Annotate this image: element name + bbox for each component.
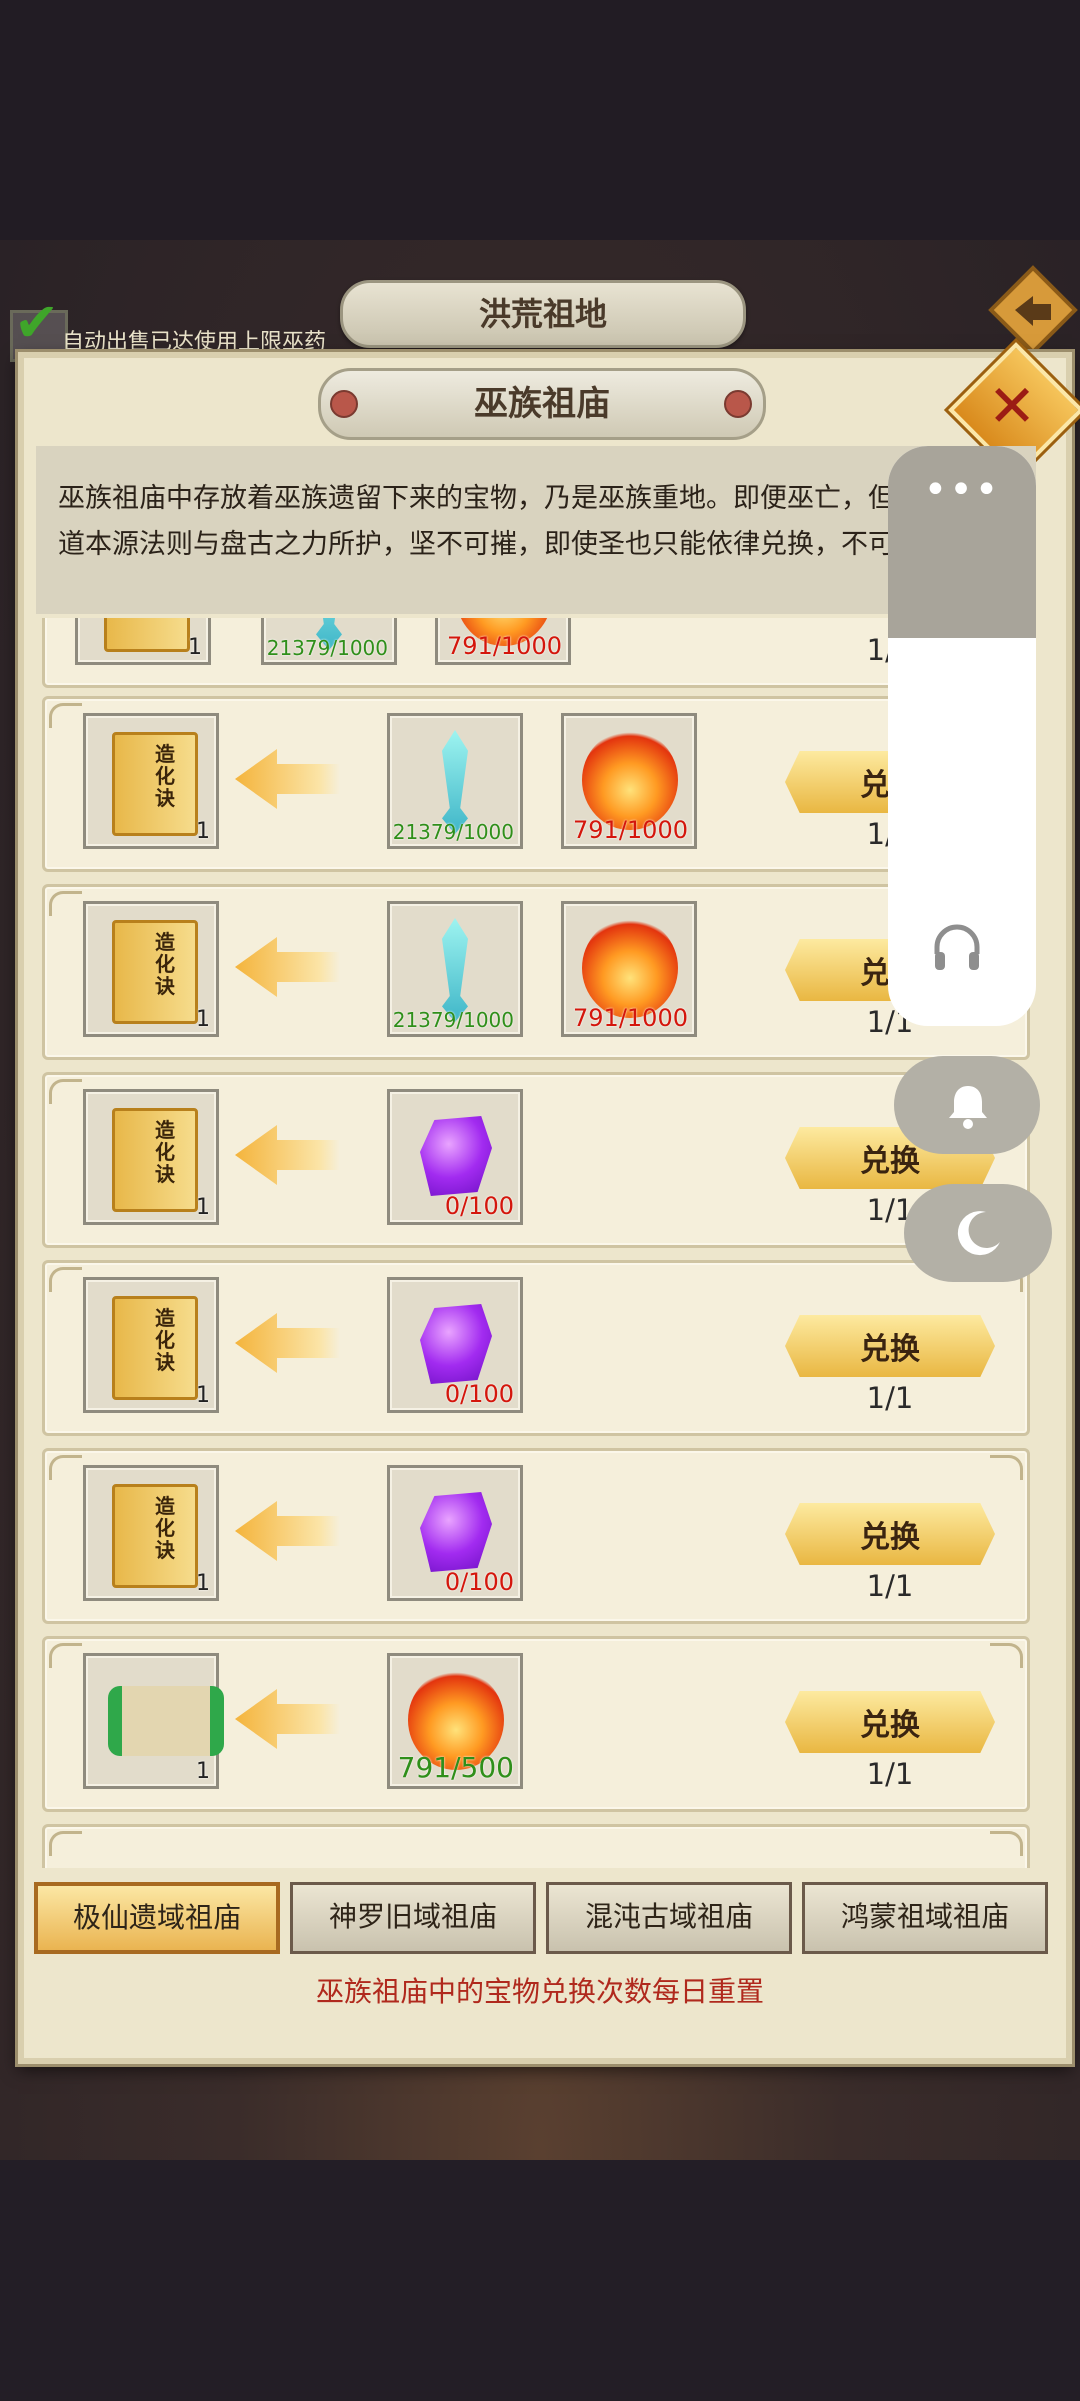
checkmark-icon: ✔ bbox=[14, 291, 60, 354]
cost-count: 791/1000 bbox=[573, 816, 688, 844]
cost-slot[interactable]: 791/1000 bbox=[561, 901, 697, 1037]
back-panel-title: 洪荒祖地 bbox=[340, 280, 746, 348]
back-arrow-icon[interactable] bbox=[985, 262, 1080, 358]
cost-count: 791/1000 bbox=[573, 1004, 688, 1032]
cost-count: 0/100 bbox=[444, 1380, 514, 1408]
tab-shenluo[interactable]: 神罗旧域祖庙 bbox=[290, 1882, 536, 1954]
reward-count: 1 bbox=[196, 1571, 210, 1596]
list-item: 造化诀1 21379/1000 791/1000 兑换 1/1 bbox=[42, 884, 1030, 1060]
reward-slot[interactable]: 造化诀 1 bbox=[83, 1277, 219, 1413]
cost-count: 21379/1000 bbox=[392, 1008, 514, 1032]
cost-slot[interactable]: 21379/1000 bbox=[387, 713, 523, 849]
cost-slot[interactable]: 791/1000 bbox=[561, 713, 697, 849]
list-item: 造化诀 1 0/100 兑换 1/1 bbox=[42, 1260, 1030, 1436]
list-item: 造化诀1 21379/1000 791/1000 兑换 1/1 bbox=[42, 696, 1030, 872]
close-icon[interactable]: ✕ bbox=[968, 362, 1056, 450]
list-item: 造化诀 1 0/100 兑换 1/1 bbox=[42, 1448, 1030, 1624]
exchange-button[interactable]: 兑换 bbox=[785, 1503, 995, 1565]
headphone-icon[interactable] bbox=[930, 920, 984, 974]
cost-count: 791/500 bbox=[397, 1751, 514, 1784]
exchange-arrow-icon bbox=[235, 1125, 340, 1185]
top-background bbox=[0, 0, 1080, 240]
cost-count: 0/100 bbox=[444, 1192, 514, 1220]
night-mode-button[interactable] bbox=[904, 1184, 1052, 1282]
reward-slot[interactable]: 造化诀 1 bbox=[83, 713, 219, 849]
tab-jixian[interactable]: 极仙遗域祖庙 bbox=[34, 1882, 280, 1954]
sword-icon bbox=[442, 918, 468, 1022]
back-panel-title-text: 洪荒祖地 bbox=[478, 295, 607, 333]
reward-count: 1 bbox=[196, 1007, 210, 1032]
exchange-arrow-icon bbox=[235, 1501, 340, 1561]
cost-slot[interactable]: 0/100 bbox=[387, 1277, 523, 1413]
bottom-background bbox=[0, 2160, 1080, 2401]
cost-slot[interactable]: 791/500 bbox=[387, 1653, 523, 1789]
book-icon: 造化诀 bbox=[112, 1484, 198, 1588]
tab-hundun[interactable]: 混沌古域祖庙 bbox=[546, 1882, 792, 1954]
reward-count: 1 bbox=[196, 1383, 210, 1408]
moon-icon bbox=[957, 1211, 1000, 1256]
cost-slot[interactable]: 0/100 bbox=[387, 1465, 523, 1601]
exchange-limit: 1/1 bbox=[866, 1569, 914, 1603]
cost-slot[interactable]: 21379/1000 bbox=[387, 901, 523, 1037]
cost-count: 791/1000 bbox=[447, 632, 562, 660]
reward-count: 1 bbox=[188, 635, 202, 660]
exchange-arrow-icon bbox=[235, 749, 340, 809]
book-icon: 造化诀 bbox=[112, 1108, 198, 1212]
reward-count: 1 bbox=[196, 1195, 210, 1220]
reset-notice: 巫族祖庙中的宝物兑换次数每日重置 bbox=[315, 1975, 764, 2008]
book-icon: 造化诀 bbox=[112, 1296, 198, 1400]
more-icon[interactable]: ••• bbox=[888, 470, 1036, 510]
reward-slot[interactable]: 造化诀 1 bbox=[83, 1089, 219, 1225]
title-knob-right bbox=[724, 390, 752, 418]
sword-icon bbox=[442, 730, 468, 834]
exchange-arrow-icon bbox=[235, 937, 340, 997]
list-item: 1 21379/1000 791/1000 1/1 bbox=[42, 618, 1030, 688]
flame-icon bbox=[582, 730, 678, 830]
list-item: 1 791/500 兑换 1/1 bbox=[42, 1636, 1030, 1812]
description-text: 巫族祖庙中存放着巫族遗留下来的宝物，乃是巫族重地。即便巫亡，但依然由巫道本源法则… bbox=[58, 483, 1003, 560]
book-icon: 造化诀 bbox=[112, 920, 198, 1024]
gem-icon bbox=[420, 1492, 492, 1572]
flame-icon bbox=[582, 918, 678, 1018]
list-item: 造化诀 1 0/100 兑换 1/1 bbox=[42, 1072, 1030, 1248]
reward-count: 1 bbox=[196, 819, 210, 844]
reward-slot[interactable]: 造化诀 1 bbox=[83, 1465, 219, 1601]
book-icon: 造化诀 bbox=[112, 732, 198, 836]
cost-count: 0/100 bbox=[444, 1568, 514, 1596]
reward-count: 1 bbox=[196, 1759, 210, 1784]
exchange-button[interactable]: 兑换 bbox=[785, 1315, 995, 1377]
exchange-limit: 1/1 bbox=[866, 1381, 914, 1415]
cost-count: 21379/1000 bbox=[266, 636, 388, 660]
cost-count: 21379/1000 bbox=[392, 820, 514, 844]
reward-slot[interactable]: 1 bbox=[83, 1653, 224, 1789]
panel-title: 巫族祖庙 bbox=[318, 368, 766, 440]
reward-slot[interactable]: 1 bbox=[75, 618, 211, 665]
title-knob-left bbox=[330, 390, 358, 418]
exchange-button[interactable]: 兑换 bbox=[785, 1691, 995, 1753]
exchange-limit: 1/1 bbox=[866, 1757, 914, 1791]
panel-title-text: 巫族祖庙 bbox=[474, 384, 610, 424]
reward-slot[interactable]: 造化诀 1 bbox=[83, 901, 219, 1037]
scroll-icon bbox=[108, 1686, 224, 1756]
description-box: 巫族祖庙中存放着巫族遗留下来的宝物，乃是巫族重地。即便巫亡，但依然由巫道本源法则… bbox=[36, 446, 1036, 614]
cost-slot[interactable]: 0/100 bbox=[387, 1089, 523, 1225]
exchange-arrow-icon bbox=[235, 1313, 340, 1373]
list-item bbox=[42, 1824, 1030, 1868]
exchange-arrow-icon bbox=[235, 1689, 340, 1749]
bell-icon bbox=[949, 1086, 987, 1129]
gem-icon bbox=[420, 1304, 492, 1384]
exchange-list[interactable]: 1 21379/1000 791/1000 1/1 造化诀1 21379/100… bbox=[36, 618, 1036, 1868]
notification-button[interactable] bbox=[894, 1056, 1040, 1154]
cost-slot[interactable]: 21379/1000 bbox=[261, 618, 397, 665]
cost-slot[interactable]: 791/1000 bbox=[435, 618, 571, 665]
gem-icon bbox=[420, 1116, 492, 1196]
tab-hongmeng[interactable]: 鸿蒙祖域祖庙 bbox=[802, 1882, 1048, 1954]
